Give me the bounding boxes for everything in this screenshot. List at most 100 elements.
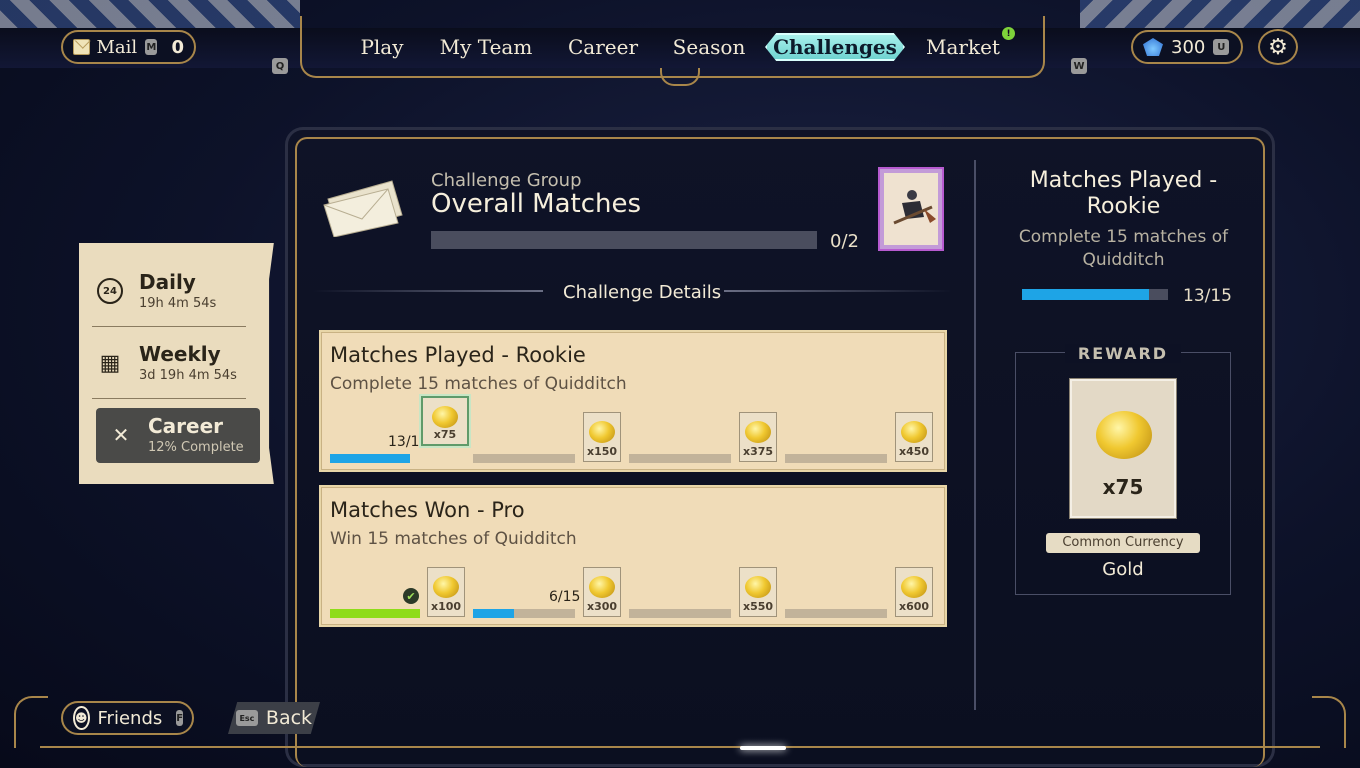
selected-progress-count: 13/15 bbox=[1183, 286, 1232, 306]
gold-coin-icon bbox=[589, 576, 615, 598]
divider-line-right bbox=[724, 290, 952, 292]
sidebar-item-label: Career bbox=[148, 414, 224, 438]
gold-coin-icon bbox=[901, 576, 927, 598]
progress-segment-fill bbox=[330, 454, 410, 463]
frame-corner-right bbox=[1312, 696, 1346, 748]
challenge-title: Matches Won - Pro bbox=[330, 498, 525, 522]
reward-tier-2[interactable]: x150 bbox=[583, 412, 621, 462]
selected-challenge-subtitle: Complete 15 matches of Quidditch bbox=[1018, 227, 1229, 270]
mail-button[interactable]: Mail M 0 bbox=[61, 30, 196, 64]
sidebar-item-label: Weekly bbox=[139, 342, 221, 366]
selected-challenge-title: Matches Played - Rookie bbox=[1029, 168, 1218, 219]
sidebar-divider bbox=[92, 398, 246, 399]
mail-label: Mail bbox=[96, 36, 138, 58]
gold-coin-icon bbox=[433, 576, 459, 598]
bottom-frame-line bbox=[40, 746, 1320, 748]
crossed-brooms-icon: ✕ bbox=[112, 423, 130, 447]
frame-corner-left bbox=[14, 696, 48, 748]
selected-progress-fill bbox=[1022, 289, 1150, 300]
tab-market[interactable]: Market bbox=[920, 33, 1006, 61]
challenge-group-title: Overall Matches bbox=[431, 189, 642, 219]
currency-amount: 300 bbox=[1171, 36, 1206, 58]
sidebar-item-timer: 19h 4m 54s bbox=[139, 296, 217, 311]
challenge-title: Matches Played - Rookie bbox=[330, 343, 586, 367]
currency-display[interactable]: 300 U bbox=[1131, 30, 1243, 64]
gold-coin-icon bbox=[589, 421, 615, 443]
reward-amount: x375 bbox=[742, 445, 774, 458]
group-reward-card[interactable] bbox=[878, 167, 944, 251]
currency-key-hint: U bbox=[1213, 39, 1230, 55]
gold-coin-icon bbox=[1096, 411, 1152, 459]
progress-segment-3 bbox=[629, 454, 731, 463]
reward-tier-1[interactable]: x75 bbox=[421, 396, 469, 446]
reward-tier-1[interactable]: x100 bbox=[427, 567, 465, 617]
reward-amount: x150 bbox=[586, 445, 618, 458]
progress-segment-fill bbox=[330, 609, 420, 618]
friends-label: Friends bbox=[97, 707, 163, 729]
checkmark-icon: ✔ bbox=[403, 588, 419, 604]
reward-tier-2[interactable]: x300 bbox=[583, 567, 621, 617]
sidebar-item-daily[interactable]: 24 Daily 19h 4m 54s bbox=[97, 270, 260, 314]
mail-key-hint: M bbox=[145, 39, 158, 55]
flag-banner-right bbox=[1080, 0, 1360, 30]
challenge-details-heading: Challenge Details bbox=[563, 282, 722, 303]
challenge-subtitle: Complete 15 matches of Quidditch bbox=[330, 374, 627, 394]
progress-segment-fill bbox=[473, 609, 514, 618]
nav-ornament bbox=[660, 68, 700, 86]
challenge-group-progress-bar bbox=[431, 231, 817, 249]
reward-name: Gold bbox=[1102, 559, 1144, 580]
gold-coin-icon bbox=[745, 421, 771, 443]
progress-segment-1 bbox=[330, 609, 420, 618]
progress-segment-4 bbox=[785, 454, 887, 463]
tab-play[interactable]: Play bbox=[352, 33, 412, 61]
reward-amount: x550 bbox=[742, 600, 774, 613]
back-button[interactable]: Esc Back bbox=[228, 702, 320, 734]
gold-coin-icon bbox=[745, 576, 771, 598]
challenge-group-label: Challenge Group bbox=[431, 170, 582, 191]
market-notification-badge: ! bbox=[1002, 27, 1015, 40]
sidebar-item-career[interactable]: ✕ Career 12% Complete bbox=[96, 408, 260, 463]
progress-segment-2 bbox=[473, 609, 575, 618]
back-label: Back bbox=[265, 707, 313, 729]
reward-amount: x600 bbox=[898, 600, 930, 613]
divider-line-left bbox=[313, 290, 543, 292]
challenge-card-matches-played[interactable]: Matches Played - Rookie Complete 15 matc… bbox=[319, 330, 947, 472]
envelope-icon bbox=[323, 180, 403, 237]
sidebar-item-progress: 12% Complete bbox=[148, 440, 244, 455]
reward-amount: x100 bbox=[430, 600, 462, 613]
gem-icon bbox=[1143, 38, 1163, 56]
tab-career[interactable]: Career bbox=[562, 33, 644, 61]
gold-coin-icon bbox=[432, 406, 458, 428]
friends-icon: ☻ bbox=[73, 706, 90, 730]
panel-divider bbox=[974, 160, 976, 710]
gold-coin-icon bbox=[901, 421, 927, 443]
reward-tier-4[interactable]: x600 bbox=[895, 567, 933, 617]
sidebar-item-weekly[interactable]: ▦ Weekly 3d 19h 4m 54s bbox=[97, 342, 260, 386]
reward-amount: x450 bbox=[898, 445, 930, 458]
reward-card: x75 bbox=[1070, 379, 1176, 518]
friends-key-hint: F bbox=[176, 710, 184, 726]
sidebar-item-timer: 3d 19h 4m 54s bbox=[139, 368, 237, 383]
tab-challenges[interactable]: Challenges bbox=[765, 33, 905, 61]
progress-segment-1 bbox=[330, 454, 410, 463]
reward-tier-3[interactable]: x375 bbox=[739, 412, 777, 462]
progress-segment-3 bbox=[629, 609, 731, 618]
mail-icon bbox=[73, 39, 91, 55]
selected-progress-bar bbox=[1022, 289, 1168, 300]
key-hint-next-tab: W bbox=[1071, 58, 1087, 74]
reward-amount: x75 bbox=[1102, 475, 1144, 499]
challenge-card-matches-won[interactable]: Matches Won - Pro Win 15 matches of Quid… bbox=[319, 485, 947, 627]
sidebar-item-label: Daily bbox=[139, 270, 196, 294]
flag-banner-left bbox=[0, 0, 300, 30]
back-key-hint: Esc bbox=[235, 710, 258, 726]
tab-season[interactable]: Season bbox=[668, 33, 750, 61]
reward-tier-3[interactable]: x550 bbox=[739, 567, 777, 617]
broom-flyer-icon bbox=[893, 190, 936, 225]
tab-my-team[interactable]: My Team bbox=[434, 33, 538, 61]
reward-tier-4[interactable]: x450 bbox=[895, 412, 933, 462]
settings-button[interactable]: ⚙ bbox=[1258, 29, 1298, 65]
reward-heading: REWARD bbox=[1065, 344, 1181, 363]
reward-amount: x75 bbox=[433, 428, 457, 441]
reward-amount: x300 bbox=[586, 600, 618, 613]
friends-button[interactable]: ☻ Friends F bbox=[61, 701, 194, 735]
